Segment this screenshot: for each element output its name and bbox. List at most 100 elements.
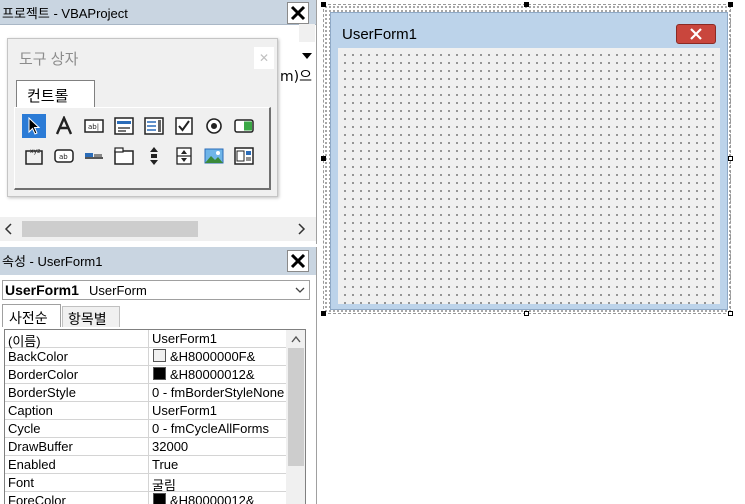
- listbox-icon: [144, 117, 164, 135]
- project-explorer-titlebar: 프로젝트 - VBAProject: [0, 0, 316, 25]
- tab-categorized[interactable]: 항목별: [62, 306, 120, 327]
- resize-handle-top: [524, 2, 529, 7]
- spinbutton-icon: [176, 147, 192, 165]
- property-name: Cycle: [8, 421, 41, 436]
- object-type: UserForm: [89, 283, 147, 298]
- property-value[interactable]: 0 - fmBorderStyleNone: [152, 385, 286, 400]
- property-row[interactable]: (이름) UserForm1: [5, 330, 286, 349]
- property-value[interactable]: &H80000012&: [152, 367, 286, 382]
- property-value[interactable]: &H80000012&: [152, 493, 286, 504]
- project-scroll-up-button[interactable]: [299, 24, 315, 42]
- property-value-text: &H8000000F&: [170, 349, 256, 364]
- tool-combobox[interactable]: [112, 114, 136, 138]
- textbox-icon: ab|: [84, 119, 104, 133]
- userform-canvas[interactable]: [338, 48, 720, 304]
- property-value-text: &H80000012&: [170, 367, 255, 382]
- toolbox-window[interactable]: 도구 상자 ✕ 컨트롤 ab| xyz ab: [7, 38, 278, 197]
- toolbox-tab-controls[interactable]: 컨트롤: [16, 80, 95, 108]
- tool-optionbutton[interactable]: [202, 114, 226, 138]
- properties-title: 속성 - UserForm1: [2, 254, 103, 269]
- property-value[interactable]: &H8000000F&: [152, 349, 286, 364]
- userform-caption: UserForm1: [342, 26, 418, 43]
- commandbutton-icon: ab: [54, 149, 74, 163]
- properties-close-button[interactable]: [287, 250, 309, 272]
- tool-tabstrip[interactable]: [82, 144, 106, 168]
- resize-handle-bottom-right[interactable]: [728, 311, 733, 316]
- toolbox-title: 도구 상자: [19, 51, 79, 68]
- resize-handle-top-left: [321, 2, 326, 7]
- toolbox-close-button[interactable]: ✕: [254, 47, 274, 69]
- property-divider: [148, 492, 149, 504]
- property-row[interactable]: Caption UserForm1: [5, 402, 286, 420]
- tool-listbox[interactable]: [142, 114, 166, 138]
- tab-alphabetic[interactable]: 사전순: [2, 304, 61, 327]
- property-value[interactable]: 32000: [152, 439, 286, 454]
- close-icon: [690, 28, 702, 40]
- property-value-text: True: [152, 457, 179, 472]
- property-row[interactable]: BackColor &H8000000F&: [5, 348, 286, 366]
- toolbox-controls-page: ab| xyz ab: [14, 107, 271, 190]
- property-value-text: 굴림: [152, 478, 176, 493]
- property-name: DrawBuffer: [8, 439, 73, 454]
- tool-checkbox[interactable]: [172, 114, 196, 138]
- tool-spinbutton[interactable]: [172, 144, 196, 168]
- userform-window[interactable]: UserForm1: [330, 12, 728, 310]
- tab-alphabetic-label: 사전순: [9, 310, 48, 326]
- resize-handle-bottom[interactable]: [524, 311, 529, 316]
- property-row[interactable]: Cycle 0 - fmCycleAllForms: [5, 420, 286, 438]
- tool-image[interactable]: [202, 144, 226, 168]
- property-grid-scroll-thumb[interactable]: [288, 348, 304, 466]
- chevron-right-icon[interactable]: [296, 223, 306, 235]
- resize-handle-left: [321, 156, 326, 161]
- resize-handle-bottom-left: [321, 311, 326, 316]
- resize-handle-right[interactable]: [728, 156, 733, 161]
- property-row[interactable]: BorderStyle 0 - fmBorderStyleNone: [5, 384, 286, 402]
- project-scroll-down-button[interactable]: [299, 47, 315, 63]
- tool-togglebutton[interactable]: [232, 114, 256, 138]
- chevron-down-icon: [302, 53, 312, 59]
- property-value-text: 0 - fmCycleAllForms: [152, 421, 270, 436]
- property-divider: [148, 456, 149, 474]
- property-value-text: 0 - fmBorderStyleNone: [152, 385, 285, 400]
- properties-titlebar: 속성 - UserForm1: [0, 247, 316, 275]
- tool-select-objects[interactable]: [22, 114, 46, 138]
- userform-close-button[interactable]: [676, 24, 716, 44]
- tool-refedit[interactable]: [232, 144, 256, 168]
- project-scroll-thumb[interactable]: [22, 221, 198, 237]
- property-name: BackColor: [8, 349, 68, 364]
- select-objects-icon: [28, 117, 41, 135]
- property-value[interactable]: UserForm1: [152, 331, 286, 346]
- chevron-up-icon[interactable]: [290, 334, 302, 344]
- property-value[interactable]: True: [152, 457, 286, 472]
- refedit-icon: [234, 147, 254, 165]
- property-row[interactable]: BorderColor &H80000012&: [5, 366, 286, 384]
- scrollbar-icon: [150, 147, 158, 165]
- svg-text:xyz: xyz: [30, 148, 40, 155]
- tool-multipage[interactable]: [112, 144, 136, 168]
- tool-scrollbar[interactable]: [142, 144, 166, 168]
- property-divider: [148, 474, 149, 492]
- svg-text:ab: ab: [59, 153, 68, 161]
- property-divider: [148, 330, 149, 348]
- property-name: Font: [8, 475, 35, 490]
- object-selector-dropdown[interactable]: UserForm1 UserForm: [2, 280, 310, 300]
- close-icon: [290, 5, 306, 21]
- tool-label[interactable]: [52, 114, 76, 138]
- color-swatch: [153, 367, 166, 380]
- project-explorer-close-button[interactable]: [287, 2, 309, 24]
- property-row[interactable]: Font 굴림: [5, 474, 286, 493]
- property-value[interactable]: UserForm1: [152, 403, 286, 418]
- property-name: ForeColor: [8, 493, 66, 504]
- tool-commandbutton[interactable]: ab: [52, 144, 76, 168]
- tabstrip-icon: [85, 153, 103, 159]
- property-divider: [148, 438, 149, 456]
- chevron-left-icon[interactable]: [4, 223, 14, 235]
- property-value[interactable]: 0 - fmCycleAllForms: [152, 421, 286, 436]
- property-row[interactable]: ForeColor &H80000012&: [5, 492, 286, 504]
- tool-frame[interactable]: xyz: [22, 144, 46, 168]
- property-divider: [148, 420, 149, 438]
- property-row[interactable]: DrawBuffer 32000: [5, 438, 286, 456]
- property-row[interactable]: Enabled True: [5, 456, 286, 474]
- property-name: BorderStyle: [8, 385, 76, 400]
- tool-textbox[interactable]: ab|: [82, 114, 106, 138]
